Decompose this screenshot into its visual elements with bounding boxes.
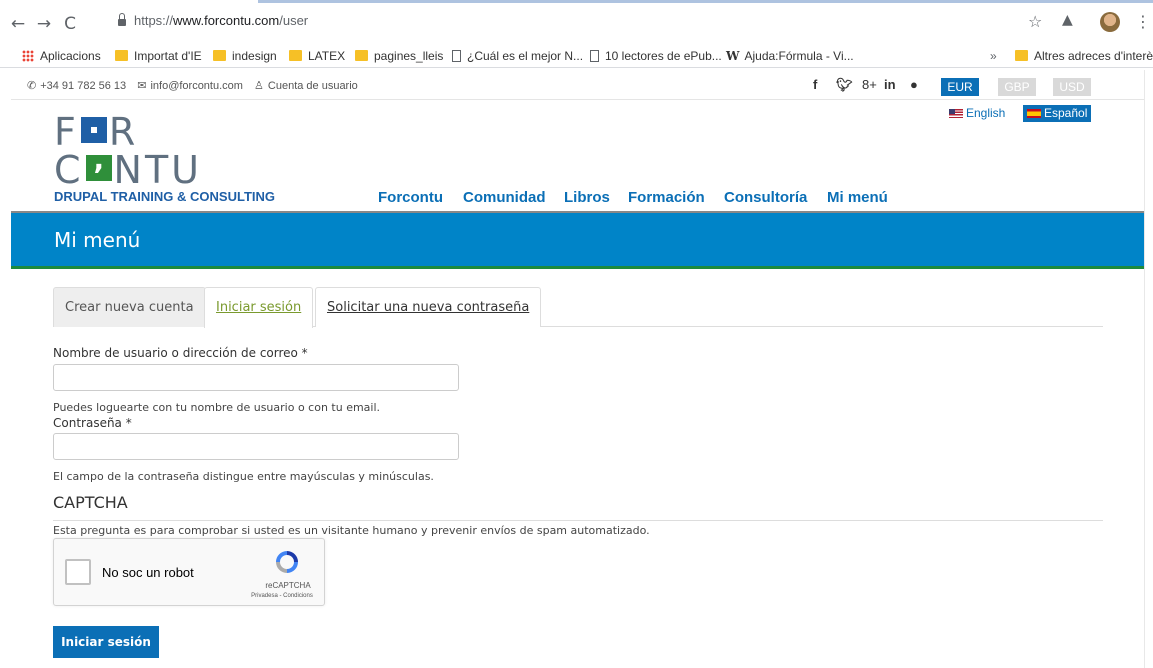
bookmarks-bar: Aplicacions Importat d'IE indesign LATEX… <box>0 44 1153 68</box>
reload-icon[interactable]: C <box>60 14 80 34</box>
login-submit-button[interactable]: Iniciar sesión <box>53 626 159 658</box>
currency-gbp[interactable]: GBP <box>998 78 1036 96</box>
currency-eur[interactable]: EUR <box>941 78 979 96</box>
bookmark-ajuda[interactable]: W Ajuda:Fórmula - Vi... <box>726 48 854 64</box>
password-label: Contraseña * <box>53 416 132 430</box>
password-help: El campo de la contraseña distingue entr… <box>53 470 434 483</box>
tab-solicitar-contrasena[interactable]: Solicitar una nueva contraseña <box>315 287 542 327</box>
username-help: Puedes loguearte con tu nombre de usuari… <box>53 401 381 414</box>
site-logo[interactable]: FR CNTU DRUPAL TRAINING & CONSULTING <box>54 113 314 204</box>
browser-toolbar: ← → C https://www.forcontu.com/user ☆ ▲ … <box>0 0 1153 44</box>
recaptcha-logo-icon <box>276 551 298 573</box>
logo-row-2: CNTU <box>54 141 202 189</box>
wikipedia-icon: W <box>726 49 740 63</box>
logo-o-square <box>80 117 107 143</box>
site-topbar: ✆ +34 91 782 56 13 ✉ info@forcontu.com ♙ Cu… <box>11 70 1144 100</box>
bookmark-altres[interactable]: Altres adreces d'interès <box>1015 48 1153 64</box>
user-icon: ♙ <box>254 80 264 92</box>
captcha-divider <box>53 520 1103 521</box>
uk-flag-icon <box>949 109 963 118</box>
twitter-icon[interactable]: 🐦︎ <box>836 77 853 93</box>
folder-icon <box>289 50 302 61</box>
username-input[interactable] <box>53 364 459 391</box>
tab-strip-edge <box>258 0 1153 3</box>
logo-o-comma-square <box>85 141 112 181</box>
rss-icon[interactable]: ● <box>910 77 918 92</box>
captcha-title: CAPTCHA <box>53 493 128 512</box>
phone-icon: ✆ <box>27 80 37 92</box>
apps-grid-icon <box>22 50 34 62</box>
nav-forcontu[interactable]: Forcontu <box>378 189 443 206</box>
bookmark-lectores[interactable]: 10 lectores de ePub... <box>590 48 722 64</box>
page-title: Mi menú <box>54 228 141 252</box>
menu-dots-icon[interactable]: ⋮ <box>1135 12 1151 31</box>
back-icon[interactable]: ← <box>8 14 28 34</box>
account-link[interactable]: Cuenta de usuario <box>268 80 358 92</box>
phone-number: +34 91 782 56 13 <box>40 80 127 92</box>
username-label: Nombre de usuario o dirección de correo … <box>53 346 308 360</box>
star-icon[interactable]: ☆ <box>1028 12 1042 31</box>
page-scrollbar[interactable] <box>1144 70 1153 668</box>
recaptcha-label: No soc un robot <box>102 565 194 580</box>
tab-crear-cuenta[interactable]: Crear nueva cuenta <box>53 287 206 327</box>
folder-icon <box>213 50 226 61</box>
contact-info: ✆ +34 91 782 56 13 ✉ info@forcontu.com ♙ Cu… <box>27 79 362 92</box>
forward-icon[interactable]: → <box>34 14 54 34</box>
captcha-description: Esta pregunta es para comprobar si usted… <box>53 524 650 537</box>
mail-icon: ✉ <box>137 80 147 92</box>
folder-icon <box>1015 50 1028 61</box>
email-link[interactable]: info@forcontu.com <box>150 80 243 92</box>
bookmark-indesign[interactable]: indesign <box>213 48 277 64</box>
lang-espanol[interactable]: Español <box>1023 105 1092 122</box>
googleplus-icon[interactable]: 8+ <box>862 77 877 92</box>
nav-mi-menu[interactable]: Mi menú <box>827 189 888 206</box>
nav-formacion[interactable]: Formación <box>628 189 705 206</box>
bookmark-cual[interactable]: ¿Cuál es el mejor N... <box>452 48 583 64</box>
bookmark-latex[interactable]: LATEX <box>289 48 345 64</box>
currency-usd[interactable]: USD <box>1053 78 1091 96</box>
linkedin-icon[interactable]: in <box>884 77 896 92</box>
bookmark-pagines[interactable]: pagines_lleis <box>355 48 443 64</box>
recaptcha-widget: No soc un robot reCAPTCHA Privadesa - Co… <box>53 538 325 606</box>
bookmarks-overflow[interactable]: » <box>990 48 997 64</box>
folder-icon <box>115 50 128 61</box>
nav-libros[interactable]: Libros <box>564 189 610 206</box>
bookmark-importat[interactable]: Importat d'IE <box>115 48 202 64</box>
tab-iniciar-sesion[interactable]: Iniciar sesión <box>204 287 314 328</box>
extension-icon[interactable]: ▲ <box>1062 12 1073 28</box>
folder-icon <box>355 50 368 61</box>
page-root: ← → C https://www.forcontu.com/user ☆ ▲ … <box>0 0 1153 668</box>
site-header: FR CNTU DRUPAL TRAINING & CONSULTING Eng… <box>11 101 1144 211</box>
password-input[interactable] <box>53 433 459 460</box>
lang-english[interactable]: English <box>949 105 1005 122</box>
recaptcha-checkbox[interactable] <box>65 559 91 585</box>
url-text[interactable]: https://www.forcontu.com/user <box>134 13 308 28</box>
avatar[interactable] <box>1100 12 1120 32</box>
nav-consultoria[interactable]: Consultoría <box>724 189 807 206</box>
logo-tagline: DRUPAL TRAINING & CONSULTING <box>54 189 275 204</box>
page-icon <box>590 50 599 62</box>
spain-flag-icon <box>1027 109 1041 118</box>
page-icon <box>452 50 461 62</box>
recaptcha-terms[interactable]: Privadesa - Condicions <box>240 593 324 599</box>
lock-icon <box>118 13 126 26</box>
facebook-icon[interactable]: f <box>813 77 817 92</box>
recaptcha-brand: reCAPTCHA <box>265 581 311 590</box>
account-tabs: Crear nueva cuenta Iniciar sesión Solici… <box>53 287 1103 328</box>
nav-comunidad[interactable]: Comunidad <box>463 189 546 206</box>
bookmark-apps[interactable]: Aplicacions <box>22 48 101 64</box>
page-banner: Mi menú <box>11 211 1144 269</box>
address-bar[interactable]: https://www.forcontu.com/user <box>110 9 1010 35</box>
